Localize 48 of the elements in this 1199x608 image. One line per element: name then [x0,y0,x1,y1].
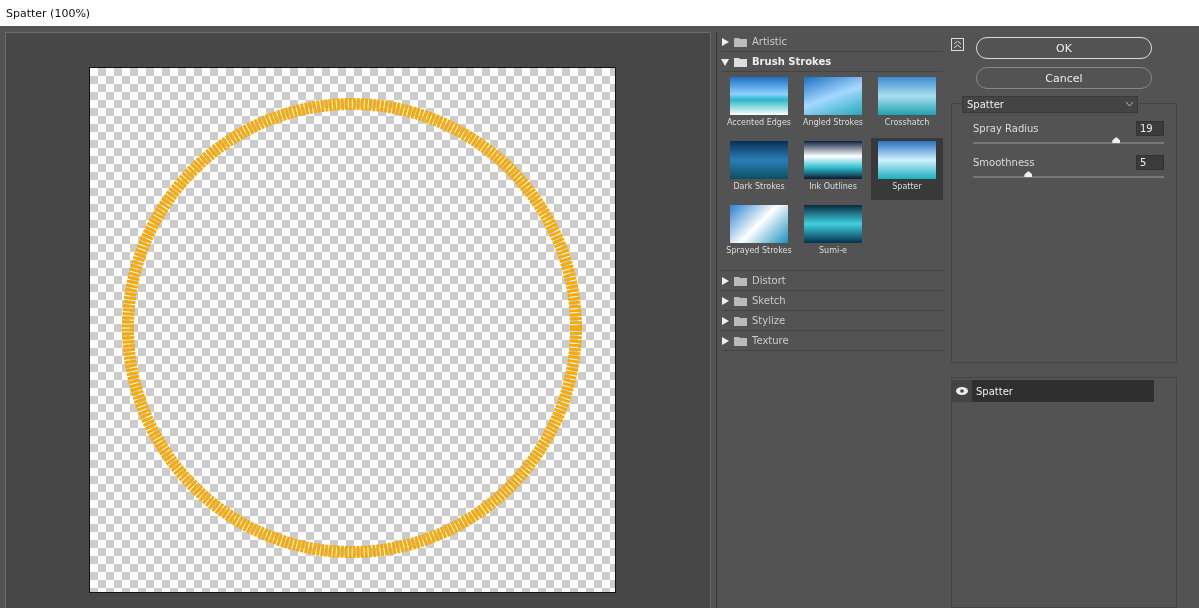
folder-icon [734,335,747,346]
chevron-down-icon [1126,102,1133,107]
thumbnail-image [804,205,862,243]
value-input[interactable]: 5 [1136,155,1164,170]
folder-icon [734,36,747,47]
slider-thumb[interactable] [1024,171,1033,177]
filter-thumbnail[interactable]: Ink Outlines [797,138,869,200]
window-title: Spatter (100%) [6,6,91,20]
folder-icon [734,56,747,67]
caret-right-icon [721,336,729,345]
caret-right-icon [721,276,729,285]
setting-label: Smoothness [973,157,1035,168]
thumbnail-image [730,205,788,243]
cancel-button[interactable]: Cancel [976,67,1152,89]
filter-thumbnail[interactable]: Accented Edges [723,74,795,136]
effect-layer[interactable]: Spatter [952,380,1154,402]
thumbnail-image [730,77,788,115]
caret-right-icon [721,296,729,305]
filter-thumbnail[interactable]: Spatter [871,138,943,200]
filter-dropdown[interactable]: Spatter [962,96,1138,113]
filter-thumbnail[interactable]: Sumi-e [797,202,869,264]
caret-right-icon [721,316,729,325]
folder-icon [734,295,747,306]
folder-icon [734,275,747,286]
slider-thumb[interactable] [1112,137,1121,143]
thumbnail-image [804,141,862,179]
ok-button[interactable]: OK [976,37,1152,59]
thumbnail-image [730,141,788,179]
filter-thumbnail[interactable]: Dark Strokes [723,138,795,200]
filter-category[interactable]: Texture [721,331,943,351]
eye-icon[interactable] [956,387,968,395]
thumbnail-image [878,141,936,179]
filter-category[interactable]: Brush Strokes [721,52,943,72]
filter-category[interactable]: Distort [721,271,943,291]
value-input[interactable]: 19 [1136,121,1164,136]
folder-icon [734,315,747,326]
filter-thumbnail[interactable]: Crosshatch [871,74,943,136]
caret-down-icon [721,57,729,66]
filter-thumbnail[interactable]: Sprayed Strokes [723,202,795,264]
caret-right-icon [721,37,729,46]
thumbnail-image [878,77,936,115]
collapse-icon[interactable] [951,38,964,51]
filter-category[interactable]: Stylize [721,311,943,331]
setting-label: Spray Radius [973,123,1039,134]
filter-category[interactable]: Artistic [721,32,943,52]
filter-category[interactable]: Sketch [721,291,943,311]
filter-thumbnail[interactable]: Angled Strokes [797,74,869,136]
thumbnail-image [804,77,862,115]
